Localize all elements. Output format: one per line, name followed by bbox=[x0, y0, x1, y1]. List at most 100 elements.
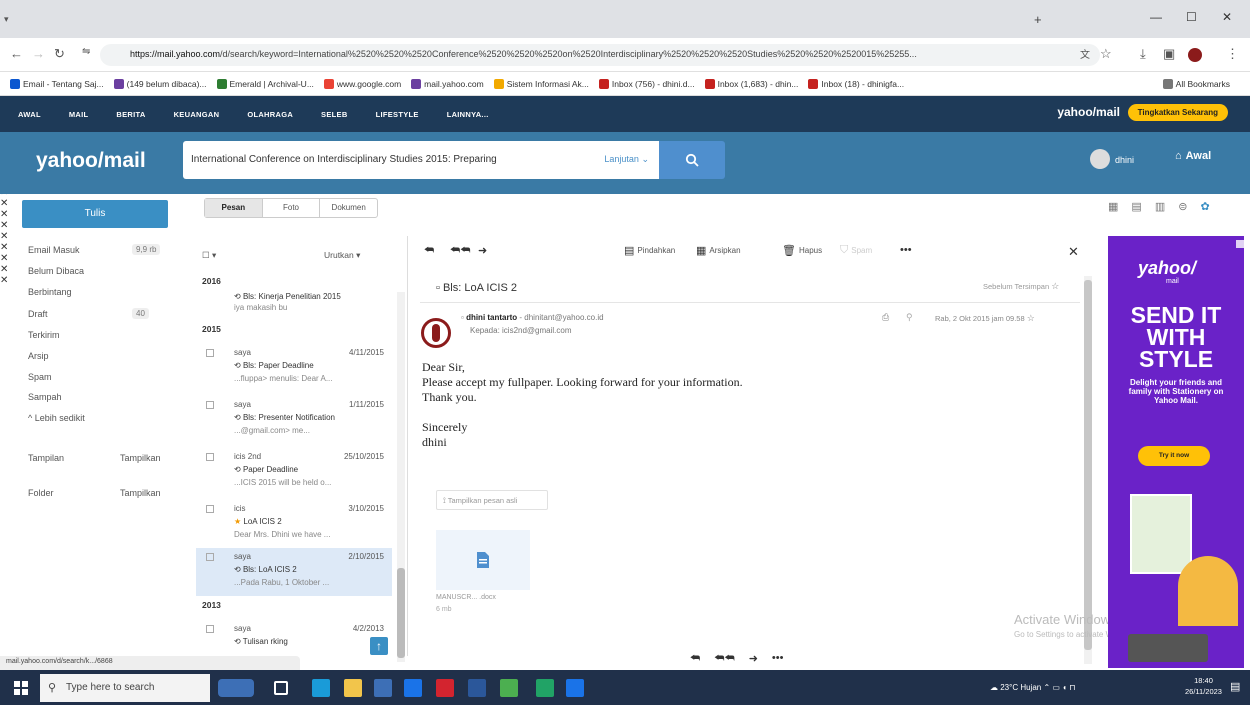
bookmark-item[interactable]: Email - Tentang Saj... bbox=[10, 78, 104, 89]
chrome-icon[interactable] bbox=[500, 679, 518, 697]
tab-close-icon[interactable]: ✕ bbox=[0, 264, 8, 275]
topnav-item[interactable]: MAIL bbox=[69, 110, 89, 119]
more-actions-icon[interactable]: ••• bbox=[772, 652, 784, 665]
ad-banner[interactable]: yahoo/ mail SEND IT WITH STYLE Delight y… bbox=[1108, 236, 1244, 668]
windows-start-icon[interactable] bbox=[14, 681, 28, 698]
bookmark-item[interactable]: Sistem Informasi Ak... bbox=[493, 78, 589, 89]
home-button[interactable]: ⌂ Awal bbox=[1175, 150, 1211, 162]
star-icon[interactable]: ☆ bbox=[1051, 281, 1059, 291]
taskbar-search[interactable]: ⚲ Type here to search bbox=[40, 674, 210, 702]
advanced-search-toggle[interactable]: Lanjutan ⌄ bbox=[604, 154, 649, 165]
ad-cta-button[interactable]: Try it now bbox=[1138, 446, 1210, 466]
reload-icon[interactable]: ↻ bbox=[54, 46, 65, 62]
sidebar-folder[interactable]: Belum Dibaca bbox=[28, 266, 84, 276]
close-message-icon[interactable]: ✕ bbox=[1068, 244, 1079, 260]
attachment-tile[interactable] bbox=[436, 530, 530, 590]
minimize-icon[interactable]: — bbox=[1150, 10, 1162, 24]
help-icon[interactable]: ⊜ bbox=[1178, 200, 1187, 213]
table-row[interactable]: saya 1/11/2015 ⟲ Bls: Presenter Notificati… bbox=[196, 396, 392, 444]
sidebar-folder[interactable]: ^ Lebih sedikit bbox=[28, 413, 85, 423]
scroll-top-button[interactable]: ↑ bbox=[370, 637, 388, 655]
store-icon[interactable] bbox=[374, 679, 392, 697]
bookmark-item[interactable]: mail.yahoo.com bbox=[411, 78, 484, 89]
back-icon[interactable]: ← bbox=[10, 46, 23, 61]
table-row[interactable]: saya 4/2/2013 ⟲ Tulisan rking bbox=[196, 620, 392, 656]
tab-close-icon[interactable]: ✕ bbox=[0, 275, 8, 286]
bookmark-item[interactable]: Inbox (18) - dhinigfa... bbox=[808, 78, 904, 89]
move-button[interactable]: ▤ Pindahkan bbox=[624, 244, 675, 257]
sidebar-folder[interactable]: Email Masuk bbox=[28, 245, 80, 255]
edge-icon[interactable] bbox=[312, 679, 330, 697]
topnav-item[interactable]: LAINNYA... bbox=[447, 110, 489, 119]
widgets-icon[interactable] bbox=[218, 679, 254, 697]
system-tray[interactable]: ☁ 23°C Hujan ⌃ ▭ ◖ ⊓ bbox=[990, 683, 1075, 692]
mail-app-icon[interactable] bbox=[404, 679, 422, 697]
grid-icon[interactable]: ▤ bbox=[1131, 200, 1141, 213]
browser-tab[interactable]: ✕ bbox=[0, 275, 37, 286]
tab-photos[interactable]: Foto bbox=[263, 199, 321, 217]
table-row[interactable]: saya 4/11/2015 ⟲ Bls: Paper Deadline ...flu… bbox=[196, 344, 392, 392]
tab-close-icon[interactable]: ✕ bbox=[0, 253, 8, 264]
maximize-icon[interactable]: ☐ bbox=[1186, 10, 1197, 24]
reply-icon[interactable]: ⮪ bbox=[690, 652, 700, 665]
bookmark-item[interactable]: www.google.com bbox=[323, 78, 401, 89]
user-name[interactable]: dhini bbox=[1115, 155, 1134, 165]
sidebar-folder[interactable]: Berbintang bbox=[28, 287, 72, 297]
tab-close-icon[interactable]: ✕ bbox=[0, 242, 8, 253]
tab-close-icon[interactable]: ✕ bbox=[0, 220, 8, 231]
row-checkbox[interactable] bbox=[206, 625, 214, 633]
search-button[interactable] bbox=[659, 141, 725, 179]
spam-button[interactable]: ⛉ Spam bbox=[840, 244, 872, 257]
forward-message-icon[interactable]: ➜ bbox=[478, 244, 487, 257]
new-tab-icon[interactable]: + bbox=[1034, 12, 1042, 27]
list-scroll-thumb[interactable] bbox=[397, 568, 405, 658]
forward-message-icon[interactable]: ➜ bbox=[749, 652, 758, 665]
excel-icon[interactable] bbox=[536, 679, 554, 697]
tab-close-icon[interactable]: ✕ bbox=[0, 198, 8, 209]
topnav-item[interactable]: BERITA bbox=[116, 110, 145, 119]
sidebar-folder[interactable]: Spam bbox=[28, 372, 52, 382]
bookmark-item[interactable]: Emerald | Archival-U... bbox=[216, 78, 314, 89]
user-avatar[interactable] bbox=[1090, 149, 1110, 169]
sender-line[interactable]: ▫ dhini tantarto - dhinitant@yahoo.co.id bbox=[461, 313, 604, 322]
opera-icon[interactable] bbox=[436, 679, 454, 697]
download-icon[interactable]: ⤓ bbox=[1140, 46, 1146, 62]
table-row[interactable]: icis 3/10/2015 ★ LoA ICIS 2 Dear Mrs. Dhini… bbox=[196, 500, 392, 548]
archive-button[interactable]: ▦ Arsipkan bbox=[696, 244, 741, 257]
search-input[interactable]: International Conference on Interdiscipl… bbox=[183, 141, 659, 179]
list-item[interactable]: ⟲ Bls: Kinerja Penelitian 2015 iya makas… bbox=[196, 288, 392, 318]
notes-icon[interactable]: ▥ bbox=[1155, 200, 1165, 213]
sidebar-folder[interactable]: Draft bbox=[28, 309, 48, 319]
topnav-item[interactable]: LIFESTYLE bbox=[376, 110, 419, 119]
profile-avatar[interactable] bbox=[1188, 48, 1202, 62]
translate-icon[interactable]: 文 bbox=[1080, 46, 1090, 61]
row-checkbox[interactable] bbox=[206, 401, 214, 409]
url-field[interactable]: https://mail.yahoo.com/d/search/keyword=… bbox=[100, 44, 1100, 66]
bookmark-star-icon[interactable]: ☆ bbox=[1100, 46, 1112, 62]
topnav-item[interactable]: KEUANGAN bbox=[174, 110, 220, 119]
tab-messages[interactable]: Pesan bbox=[205, 199, 263, 217]
message-scroll-thumb[interactable] bbox=[1084, 280, 1092, 650]
browser-tab[interactable]: ✕ bbox=[0, 231, 37, 242]
layout-icon[interactable]: ▦ bbox=[1108, 200, 1118, 213]
upgrade-button[interactable]: Tingkatkan Sekarang bbox=[1127, 104, 1228, 121]
photos-icon[interactable] bbox=[566, 679, 584, 697]
reply-all-icon[interactable]: ⮪⮪ bbox=[714, 652, 734, 665]
settings-icon[interactable]: ✿ bbox=[1200, 200, 1209, 213]
row-checkbox[interactable] bbox=[206, 349, 214, 357]
tab-search-icon[interactable]: ▾ bbox=[4, 14, 9, 25]
reply-icon[interactable]: ⮪ bbox=[424, 244, 434, 257]
bookmark-item[interactable]: Inbox (756) - dhini.d... bbox=[598, 78, 695, 89]
star-icon[interactable]: ☆ bbox=[1027, 313, 1035, 323]
print-icon[interactable]: ⎙ bbox=[882, 312, 889, 323]
sidebar-folder[interactable]: Terkirim bbox=[28, 330, 60, 340]
word-icon[interactable] bbox=[468, 679, 486, 697]
sidebar-folder[interactable]: Sampah bbox=[28, 392, 62, 402]
bookmark-item[interactable]: All Bookmarks bbox=[1162, 78, 1230, 89]
sidepanel-icon[interactable]: ▣ bbox=[1163, 46, 1175, 62]
topnav-item[interactable]: AWAL bbox=[18, 110, 41, 119]
row-checkbox[interactable] bbox=[206, 453, 214, 461]
table-row[interactable]: saya 2/10/2015 ⟲ Bls: LoA ICIS 2 ...Pada Ra… bbox=[196, 548, 392, 596]
sidebar-folder[interactable]: Arsip bbox=[28, 351, 49, 361]
sort-dropdown[interactable]: Urutkan ▾ bbox=[324, 250, 360, 261]
